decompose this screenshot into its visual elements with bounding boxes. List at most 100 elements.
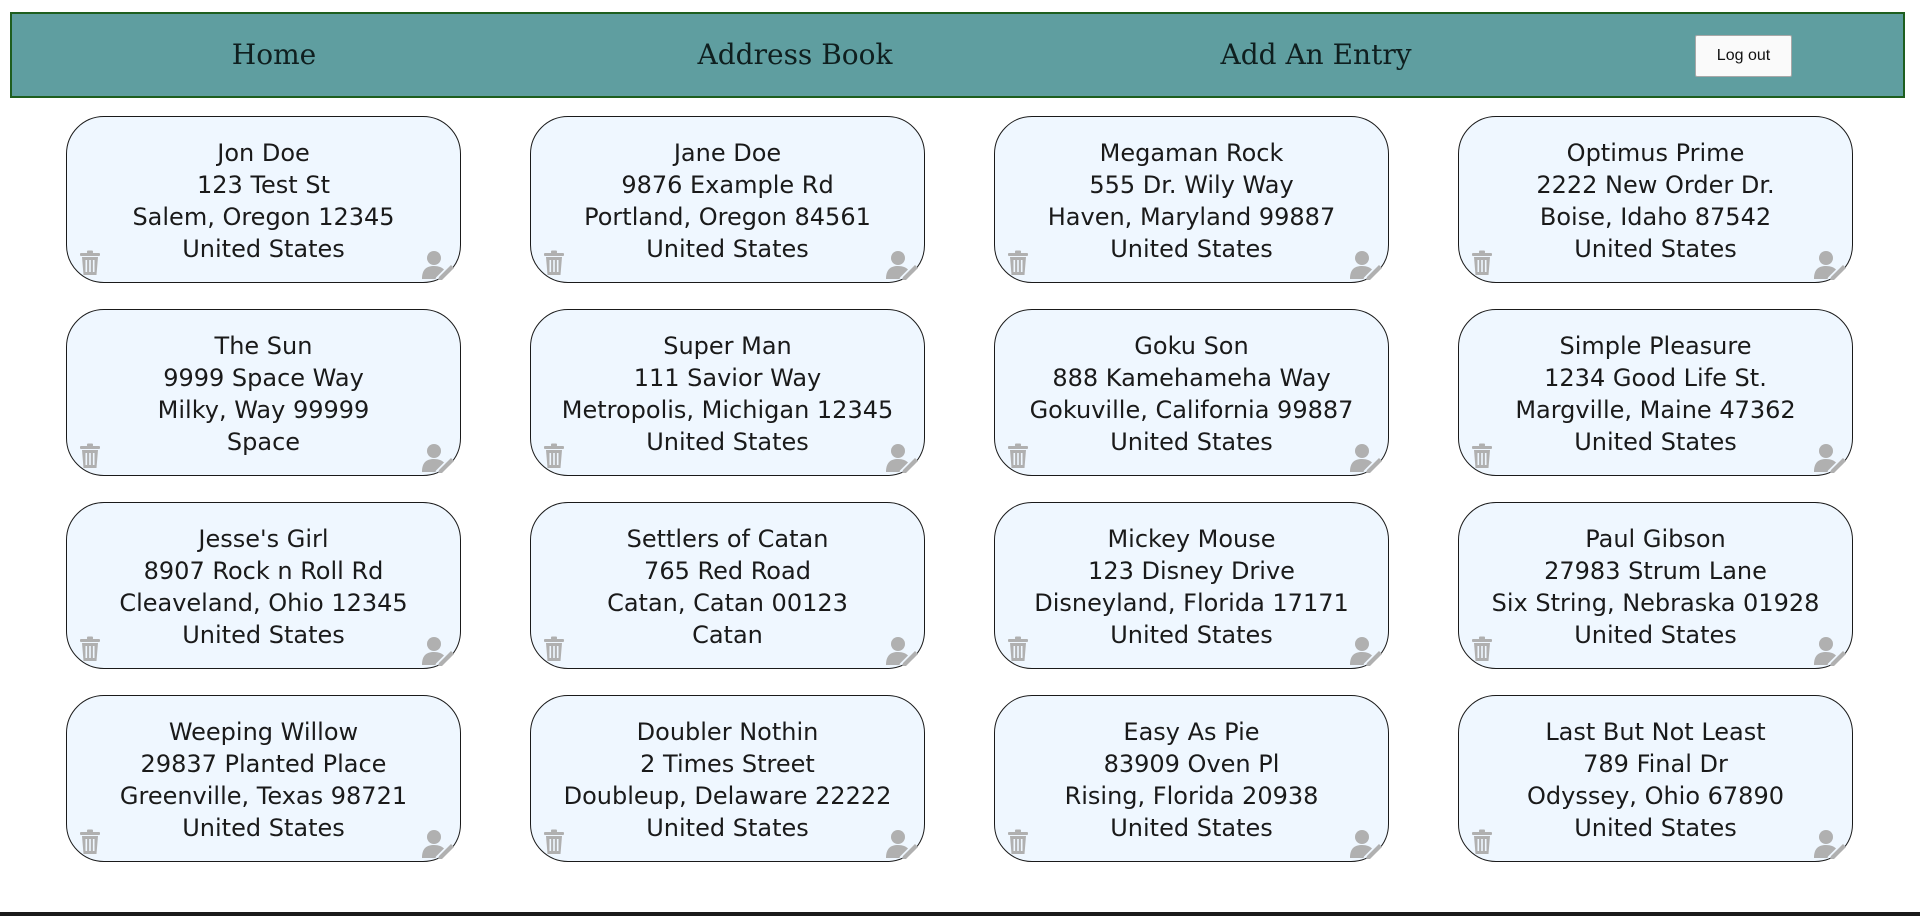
address-card: Optimus Prime 2222 New Order Dr. Boise, Id… (1458, 116, 1853, 283)
edit-user-icon[interactable] (1350, 636, 1384, 667)
trash-icon[interactable] (1007, 829, 1029, 855)
address-card: Super Man 111 Savior Way Metropolis, Michi… (530, 309, 925, 476)
contact-city-line: Salem, Oregon 12345 (132, 203, 395, 231)
contact-street: 29837 Planted Place (140, 750, 387, 778)
contact-city-line: Margville, Maine 47362 (1515, 396, 1796, 424)
contact-name: Goku Son (1134, 332, 1249, 360)
contact-city-line: Haven, Maryland 99887 (1047, 203, 1336, 231)
edit-user-icon[interactable] (1350, 250, 1384, 281)
contact-country: United States (1574, 428, 1737, 456)
contact-city-line: Doubleup, Delaware 22222 (563, 782, 892, 810)
contact-street: 8907 Rock n Roll Rd (143, 557, 384, 585)
address-card: The Sun 9999 Space Way Milky, Way 99999 Spa… (66, 309, 461, 476)
bottom-divider (0, 912, 1920, 916)
contact-name: Simple Pleasure (1559, 332, 1752, 360)
trash-icon[interactable] (1471, 443, 1493, 469)
contact-country: United States (1110, 621, 1273, 649)
trash-icon[interactable] (79, 636, 101, 662)
trash-icon[interactable] (1007, 250, 1029, 276)
trash-icon[interactable] (1007, 636, 1029, 662)
contact-street: 2 Times Street (640, 750, 815, 778)
edit-user-icon[interactable] (422, 829, 456, 860)
contact-city-line: Metropolis, Michigan 12345 (561, 396, 894, 424)
contact-city-line: Portland, Oregon 84561 (584, 203, 871, 231)
edit-user-icon[interactable] (1814, 636, 1848, 667)
edit-user-icon[interactable] (886, 829, 920, 860)
top-navbar: Home Address Book Add An Entry Log out (10, 12, 1905, 98)
trash-icon[interactable] (543, 636, 565, 662)
edit-user-icon[interactable] (886, 250, 920, 281)
edit-user-icon[interactable] (1814, 250, 1848, 281)
contact-country: United States (182, 814, 345, 842)
contact-street: 27983 Strum Lane (1544, 557, 1767, 585)
trash-icon[interactable] (79, 443, 101, 469)
contact-street: 765 Red Road (644, 557, 811, 585)
contact-country: United States (1574, 621, 1737, 649)
trash-icon[interactable] (79, 829, 101, 855)
trash-icon[interactable] (543, 250, 565, 276)
contact-city-line: Rising, Florida 20938 (1064, 782, 1319, 810)
edit-user-icon[interactable] (422, 636, 456, 667)
contact-country: United States (646, 814, 809, 842)
contact-name: Super Man (663, 332, 792, 360)
trash-icon[interactable] (543, 829, 565, 855)
contact-country: United States (1574, 235, 1737, 263)
contact-name: Optimus Prime (1566, 139, 1745, 167)
contact-street: 789 Final Dr (1583, 750, 1728, 778)
edit-user-icon[interactable] (1814, 829, 1848, 860)
trash-icon[interactable] (1471, 250, 1493, 276)
contact-street: 111 Savior Way (633, 364, 822, 392)
nav-link-address-book[interactable]: Address Book (698, 14, 893, 96)
address-card: Settlers of Catan 765 Red Road Catan, Cata… (530, 502, 925, 669)
edit-user-icon[interactable] (1350, 829, 1384, 860)
contact-street: 123 Disney Drive (1088, 557, 1295, 585)
contact-city-line: Cleaveland, Ohio 12345 (119, 589, 408, 617)
contact-street: 9876 Example Rd (621, 171, 834, 199)
edit-user-icon[interactable] (1814, 443, 1848, 474)
trash-icon[interactable] (79, 250, 101, 276)
contact-city-line: Catan, Catan 00123 (607, 589, 848, 617)
address-card: Doubler Nothin 2 Times Street Doubleup, De… (530, 695, 925, 862)
edit-user-icon[interactable] (422, 250, 456, 281)
edit-user-icon[interactable] (1350, 443, 1384, 474)
trash-icon[interactable] (1471, 829, 1493, 855)
nav-link-home[interactable]: Home (232, 14, 316, 96)
contact-name: The Sun (214, 332, 313, 360)
trash-icon[interactable] (1007, 443, 1029, 469)
trash-icon[interactable] (543, 443, 565, 469)
nav-link-add-entry[interactable]: Add An Entry (1220, 14, 1411, 96)
address-card: Jane Doe 9876 Example Rd Portland, Oregon … (530, 116, 925, 283)
edit-user-icon[interactable] (422, 443, 456, 474)
contact-country: United States (182, 235, 345, 263)
address-card: Weeping Willow 29837 Planted Place Greenvi… (66, 695, 461, 862)
edit-user-icon[interactable] (886, 636, 920, 667)
contact-name: Doubler Nothin (636, 718, 819, 746)
contact-city-line: Greenville, Texas 98721 (119, 782, 408, 810)
contact-city-line: Disneyland, Florida 17171 (1034, 589, 1349, 617)
contact-name: Settlers of Catan (626, 525, 829, 553)
address-card: Megaman Rock 555 Dr. Wily Way Haven, Maryl… (994, 116, 1389, 283)
contact-name: Easy As Pie (1123, 718, 1260, 746)
contact-street: 123 Test St (197, 171, 330, 199)
contact-name: Mickey Mouse (1107, 525, 1276, 553)
contact-country: United States (646, 428, 809, 456)
address-card: Jon Doe 123 Test St Salem, Oregon 12345 Uni… (66, 116, 461, 283)
contact-city-line: Odyssey, Ohio 67890 (1527, 782, 1784, 810)
trash-icon[interactable] (1471, 636, 1493, 662)
address-card: Mickey Mouse 123 Disney Drive Disneyland, … (994, 502, 1389, 669)
contact-country: Space (226, 428, 301, 456)
edit-user-icon[interactable] (886, 443, 920, 474)
contact-city-line: Boise, Idaho 87542 (1539, 203, 1772, 231)
contact-city-line: Gokuville, California 99887 (1029, 396, 1354, 424)
contact-street: 9999 Space Way (163, 364, 364, 392)
address-card: Simple Pleasure 1234 Good Life St. Margvil… (1458, 309, 1853, 476)
contact-country: United States (182, 621, 345, 649)
contact-name: Weeping Willow (168, 718, 359, 746)
contact-name: Paul Gibson (1585, 525, 1726, 553)
contact-street: 1234 Good Life St. (1544, 364, 1767, 392)
contact-country: United States (1110, 235, 1273, 263)
contact-name: Jesse's Girl (198, 525, 329, 553)
address-card: Goku Son 888 Kamehameha Way Gokuville, Cal… (994, 309, 1389, 476)
logout-button[interactable]: Log out (1695, 35, 1792, 77)
contact-name: Jane Doe (673, 139, 782, 167)
